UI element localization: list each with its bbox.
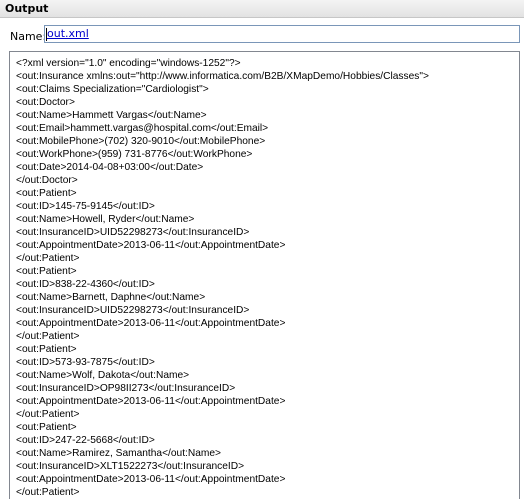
xml-line: <?xml version="1.0" encoding="windows-12… [16,58,241,69]
xml-line: <out:ID>145-75-9145</out:ID> [16,201,155,212]
xml-line: </out:Doctor> [16,175,78,186]
xml-line: </out:Patient> [16,409,80,420]
xml-line: </out:Patient> [16,487,80,498]
xml-line: <out:InsuranceID>UID52298273</out:Insura… [16,305,250,316]
xml-line: <out:ID>838-22-4360</out:ID> [16,279,155,290]
xml-line: <out:ID>247-22-5668</out:ID> [16,435,155,446]
xml-line: </out:Patient> [16,331,80,342]
xml-line: <out:Insurance xmlns:out="http://www.inf… [16,71,429,82]
xml-line: <out:MobilePhone>(702) 320-9010</out:Mob… [16,136,266,147]
xml-line: <out:Patient> [16,266,77,277]
xml-line: <out:Claims Specialization="Cardiologist… [16,84,209,95]
xml-line: <out:Name>Hammett Vargas</out:Name> [16,110,207,121]
xml-line: <out:Patient> [16,344,77,355]
xml-line: <out:Email>hammett.vargas@hospital.com</… [16,123,269,134]
name-input[interactable]: out.xml [44,25,520,43]
xml-line: <out:InsuranceID>XLT1522273</out:Insuran… [16,461,245,472]
xml-output-textarea[interactable]: <?xml version="1.0" encoding="windows-12… [9,51,520,499]
xml-line-list: <?xml version="1.0" encoding="windows-12… [16,57,429,499]
xml-line: <out:AppointmentDate>2013-06-11</out:App… [16,474,286,485]
name-label: Name: [10,30,47,43]
xml-line: <out:Doctor> [16,97,75,108]
output-title: Output [5,2,49,15]
xml-line: <out:AppointmentDate>2013-06-11</out:App… [16,318,286,329]
xml-line: <out:Patient> [16,188,77,199]
xml-line: <out:AppointmentDate>2013-06-11</out:App… [16,396,286,407]
output-panel: Output Name: out.xml <?xml version="1.0"… [0,0,524,499]
xml-line: <out:WorkPhone>(959) 731-8776</out:WorkP… [16,149,253,160]
xml-line: <out:Name>Wolf, Dakota</out:Name> [16,370,190,381]
xml-line: <out:InsuranceID>UID52298273</out:Insura… [16,227,250,238]
xml-line: </out:Patient> [16,253,80,264]
xml-line: <out:Name>Howell, Ryder</out:Name> [16,214,195,225]
xml-line: <out:ID>573-93-7875</out:ID> [16,357,155,368]
name-input-value[interactable]: out.xml [47,27,89,41]
xml-line: <out:Name>Barnett, Daphne</out:Name> [16,292,206,303]
xml-line: <out:Name>Ramirez, Samantha</out:Name> [16,448,221,459]
xml-line: <out:InsuranceID>OP98II273</out:Insuranc… [16,383,236,394]
xml-line: <out:AppointmentDate>2013-06-11</out:App… [16,240,286,251]
xml-line: <out:Patient> [16,422,77,433]
xml-line: <out:Date>2014-04-08+03:00</out:Date> [16,162,204,173]
output-header-bar: Output [0,0,524,18]
